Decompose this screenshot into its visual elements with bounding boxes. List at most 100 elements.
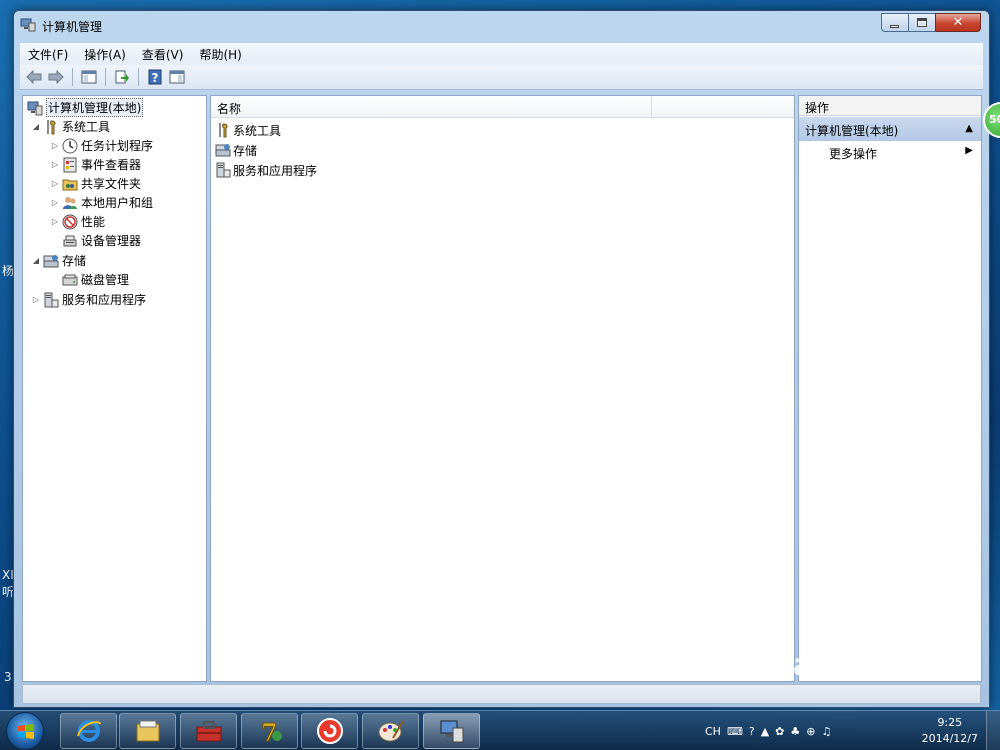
- tree-item-label: 事件查看器: [81, 158, 142, 172]
- taskbar-paint[interactable]: [362, 713, 419, 749]
- show-hide-action-pane-button[interactable]: [167, 67, 187, 87]
- forward-button[interactable]: [46, 67, 66, 87]
- back-arrow-icon: [26, 70, 42, 84]
- toolbar-separator: [72, 68, 73, 86]
- tray-overflow-icon[interactable]: ▲: [761, 725, 769, 738]
- list-item[interactable]: 存储: [215, 140, 257, 160]
- taskbar-toolbox[interactable]: [180, 713, 237, 749]
- taskbar-ie[interactable]: [60, 713, 117, 749]
- desktop-text-fragment: 3: [4, 670, 12, 684]
- folder-icon: [136, 720, 159, 742]
- device-manager-icon: [63, 235, 77, 246]
- status-bar: [22, 684, 981, 704]
- tree-item-performance[interactable]: ▷ 性能: [50, 212, 105, 231]
- menu-view[interactable]: 查看(V): [134, 46, 192, 63]
- column-header-name[interactable]: 名称: [211, 96, 652, 118]
- collapsed-arrow-icon[interactable]: ▷: [50, 217, 60, 226]
- volume-icon[interactable]: ♫: [821, 725, 831, 738]
- console-tree-pane[interactable]: 计算机管理(本地) ◢ 系统工具 ▷ 任务计划程序 ▷ 事件查看器 ▷ 共享文件…: [22, 95, 207, 682]
- taskbar-7zip[interactable]: 7: [241, 713, 298, 749]
- tree-item-event-viewer[interactable]: ▷ 事件查看器: [50, 155, 141, 174]
- list-header: 名称: [211, 96, 794, 118]
- tree-item-services-applications[interactable]: ▷ 服务和应用程序: [31, 290, 146, 309]
- menu-bar: 文件(F) 操作(A) 查看(V) 帮助(H): [20, 43, 983, 65]
- list-item[interactable]: 服务和应用程序: [215, 160, 317, 180]
- menu-help[interactable]: 帮助(H): [191, 46, 249, 63]
- internet-explorer-icon: [76, 720, 101, 742]
- taskbar-computer-management[interactable]: [423, 713, 480, 749]
- performance-icon: [62, 214, 78, 229]
- tree-item-disk-management[interactable]: 磁盘管理: [60, 270, 129, 289]
- title-bar[interactable]: 计算机管理 ✕: [14, 11, 989, 39]
- tree-item-root[interactable]: 计算机管理(本地): [25, 98, 144, 117]
- tree-item-label: 系统工具: [62, 120, 111, 134]
- column-header-empty[interactable]: [652, 96, 794, 118]
- list-item-label: 服务和应用程序: [233, 163, 318, 178]
- console-tree-icon: [81, 70, 97, 84]
- services-icon: [216, 162, 231, 178]
- tray-app-icon[interactable]: ♣: [790, 725, 800, 738]
- expanded-arrow-icon[interactable]: ◢: [31, 122, 41, 131]
- collapse-up-icon[interactable]: ▲: [965, 123, 973, 134]
- toolbar-separator: [105, 68, 106, 86]
- tree-item-label: 存储: [62, 254, 87, 268]
- maximize-button[interactable]: [908, 13, 935, 32]
- menu-file[interactable]: 文件(F): [20, 46, 76, 63]
- collapsed-arrow-icon[interactable]: ▷: [31, 295, 41, 304]
- tree-item-label: 计算机管理(本地): [46, 98, 144, 117]
- tree-item-system-tools[interactable]: ◢ 系统工具: [31, 117, 110, 136]
- tree-item-local-users-groups[interactable]: ▷ 本地用户和组: [50, 193, 153, 212]
- submenu-arrow-icon: ▶: [965, 145, 973, 156]
- tree-item-label: 共享文件夹: [81, 177, 142, 191]
- taskbar-red-app[interactable]: [301, 713, 358, 749]
- list-item[interactable]: 系统工具: [215, 120, 281, 140]
- menu-action[interactable]: 操作(A): [76, 46, 134, 63]
- tree-item-label: 性能: [81, 215, 106, 229]
- clock[interactable]: 9:25 2014/12/7: [922, 715, 978, 747]
- desktop-text-fragment: XI: [2, 568, 14, 582]
- show-hide-console-tree-button[interactable]: [79, 67, 99, 87]
- language-indicator[interactable]: CH: [705, 725, 721, 738]
- keyboard-icon[interactable]: ⌨: [727, 725, 743, 738]
- close-button[interactable]: ✕: [935, 13, 981, 32]
- tree-item-label: 本地用户和组: [81, 196, 154, 210]
- tray-plus-icon[interactable]: ⊕: [806, 725, 815, 738]
- help-circle-icon[interactable]: ?: [749, 725, 755, 738]
- expanded-arrow-icon[interactable]: ◢: [31, 256, 41, 265]
- action-pane-icon: [169, 70, 185, 84]
- collapsed-arrow-icon[interactable]: ▷: [50, 160, 60, 169]
- export-list-button[interactable]: [112, 67, 132, 87]
- tree-item-device-manager[interactable]: 设备管理器: [60, 231, 141, 250]
- actions-group-computer-management[interactable]: 计算机管理(本地) ▲: [799, 117, 981, 141]
- collapsed-arrow-icon[interactable]: ▷: [50, 198, 60, 207]
- tray-app-icon[interactable]: ✿: [775, 725, 784, 738]
- close-icon: ✕: [952, 15, 964, 30]
- taskbar-explorer[interactable]: [119, 713, 176, 749]
- tree-item-label: 任务计划程序: [81, 139, 154, 153]
- help-button[interactable]: ?: [145, 67, 165, 87]
- back-button[interactable]: [24, 67, 44, 87]
- tree-item-task-scheduler[interactable]: ▷ 任务计划程序: [50, 136, 153, 155]
- red-circle-app-icon: [316, 718, 343, 744]
- start-button[interactable]: [6, 712, 44, 750]
- services-icon: [44, 292, 59, 307]
- minimize-button[interactable]: [881, 13, 908, 32]
- forward-arrow-icon: [48, 70, 64, 84]
- more-actions-item[interactable]: 更多操作 ▶: [799, 142, 981, 162]
- results-list-pane[interactable]: 名称 系统工具 存储 服务和应用程序: [210, 95, 795, 682]
- shared-folder-icon: [62, 179, 78, 190]
- taskbar: 7 CH ⌨ ? ▲ ✿ ♣ ⊕ ♫ 9:25 2014/12/7: [0, 710, 1000, 750]
- actions-header: 操作: [799, 96, 981, 116]
- collapsed-arrow-icon[interactable]: ▷: [50, 179, 60, 188]
- list-item-label: 系统工具: [233, 123, 282, 138]
- tree-item-label: 磁盘管理: [81, 273, 130, 287]
- clock-date: 2014/12/7: [921, 732, 978, 745]
- tree-item-shared-folders[interactable]: ▷ 共享文件夹: [50, 174, 141, 193]
- show-desktop-button[interactable]: [986, 711, 1000, 750]
- event-viewer-icon: [63, 157, 77, 172]
- toolbox-icon: [196, 721, 221, 742]
- actions-group-label: 计算机管理(本地): [805, 124, 899, 138]
- collapsed-arrow-icon[interactable]: ▷: [50, 141, 60, 150]
- seven-icon: 7: [260, 718, 282, 744]
- tree-item-storage[interactable]: ◢ 存储: [31, 251, 86, 270]
